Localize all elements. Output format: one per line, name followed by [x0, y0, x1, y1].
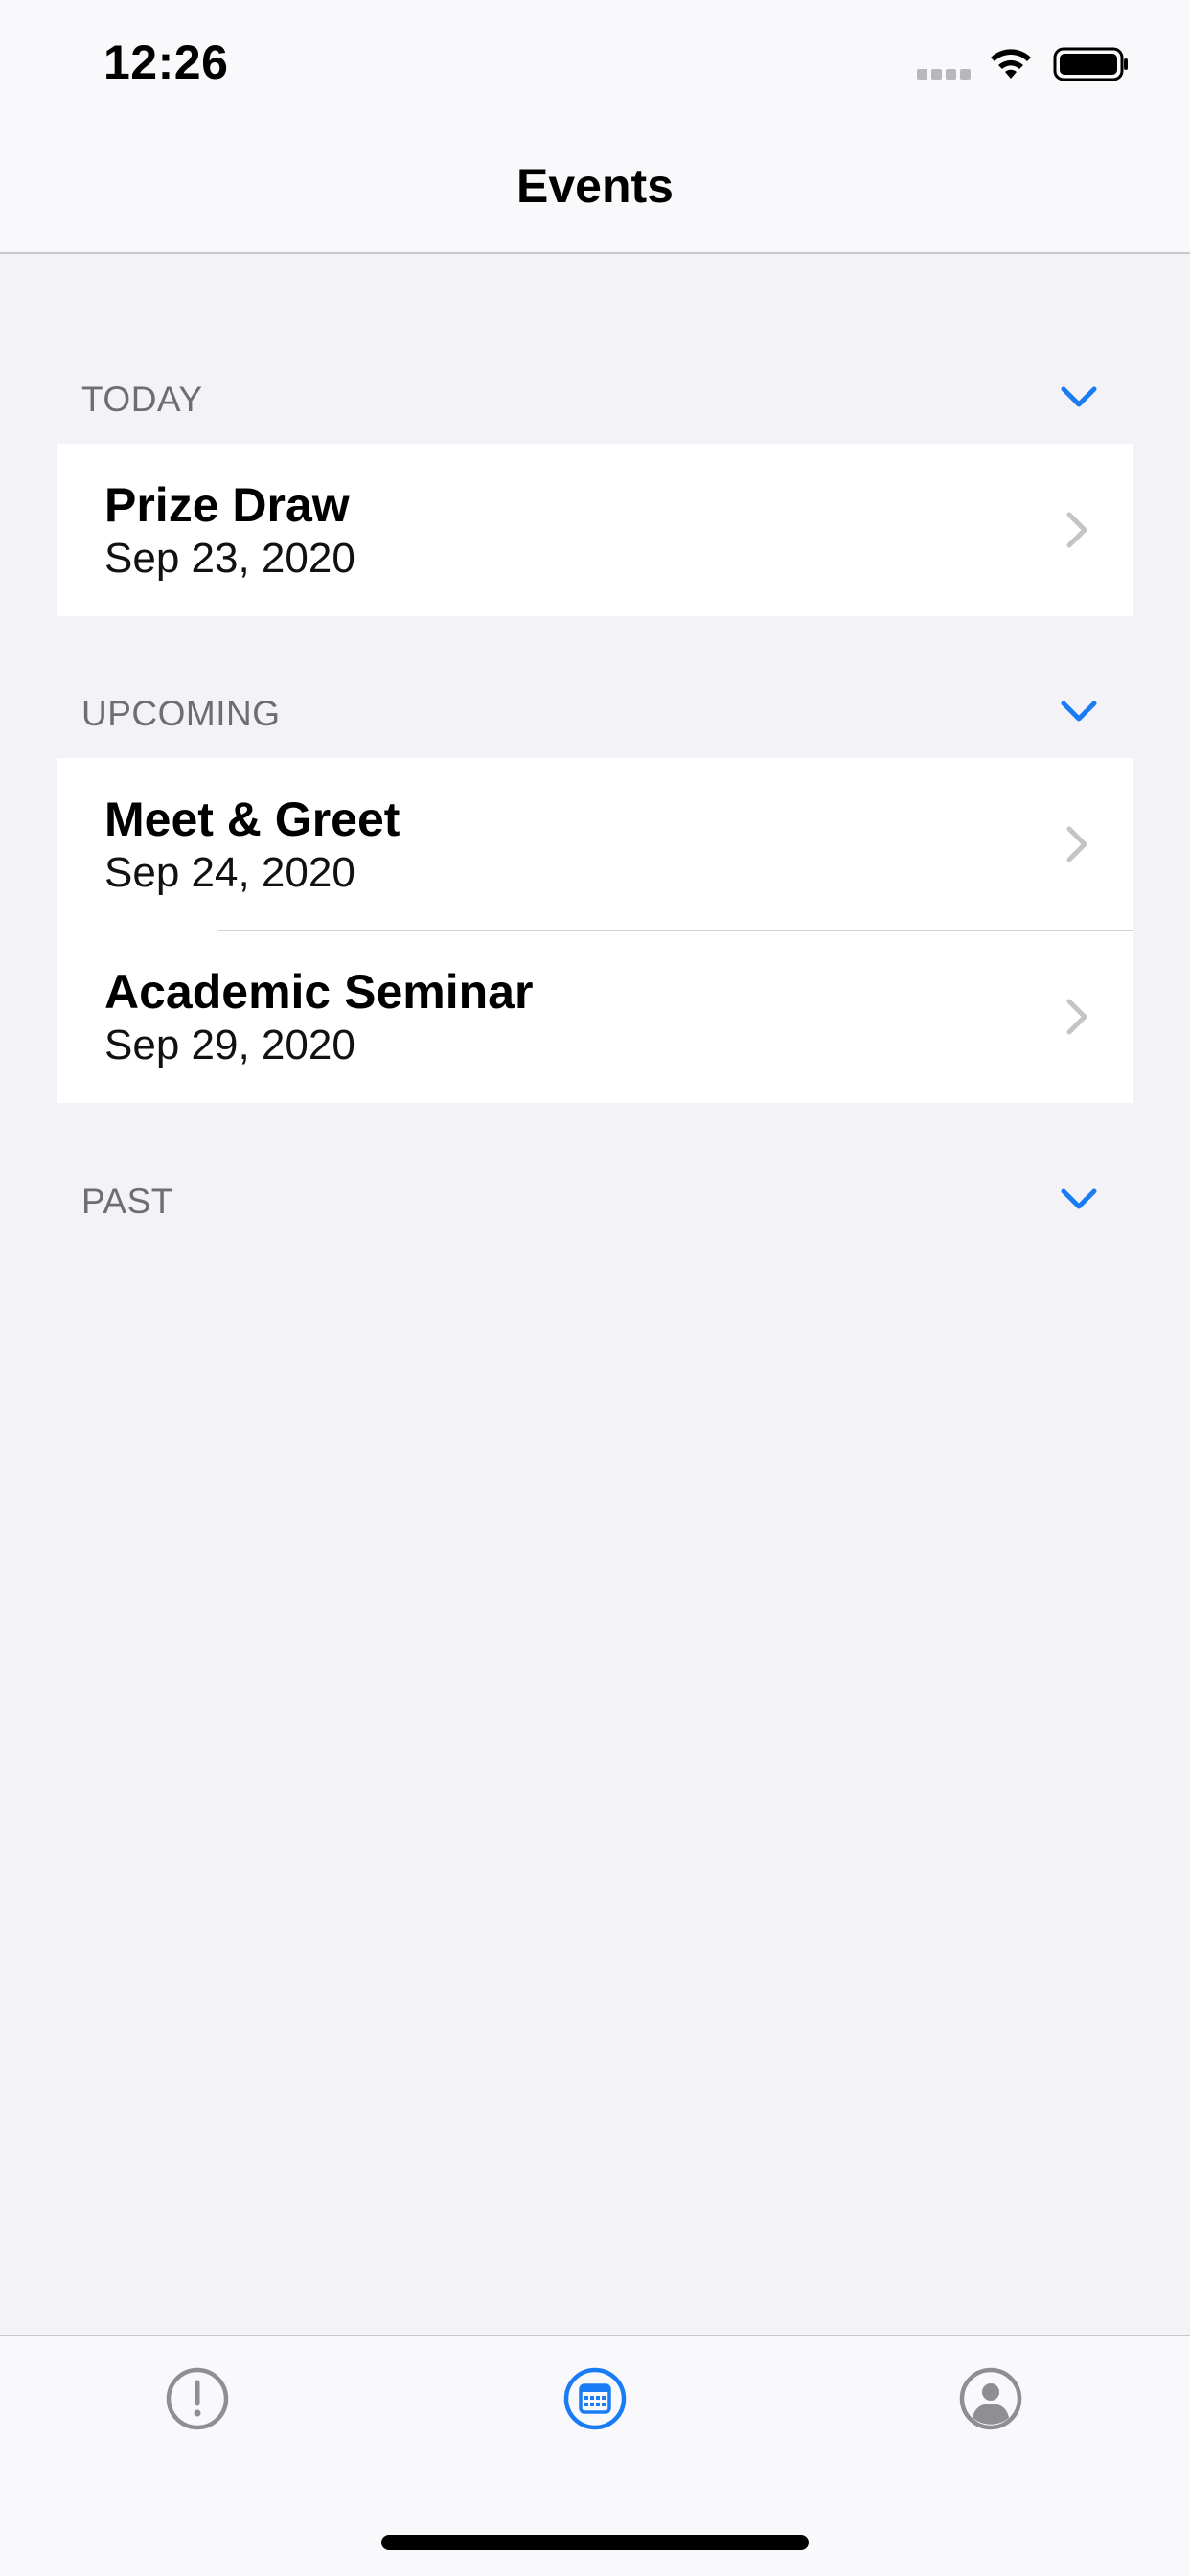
chevron-right-icon	[1066, 999, 1087, 1035]
section-header-past[interactable]: PAST	[0, 1174, 1190, 1231]
cellular-signal-icon	[917, 69, 971, 80]
chevron-down-icon[interactable]	[1060, 381, 1098, 410]
home-indicator[interactable]	[381, 2535, 809, 2550]
event-title: Meet & Greet	[104, 793, 400, 846]
event-title: Prize Draw	[104, 478, 350, 532]
section-header-upcoming[interactable]: UPCOMING	[0, 686, 1190, 744]
person-circle-icon[interactable]	[957, 2365, 1024, 2432]
event-title: Academic Seminar	[104, 965, 534, 1019]
exclamation-circle-icon[interactable]	[164, 2365, 231, 2432]
event-row-prize-draw[interactable]: Prize Draw Sep 23, 2020	[57, 444, 1133, 616]
today-events-list: Prize Draw Sep 23, 2020	[57, 444, 1133, 616]
navigation-bar: 12:26 Events	[0, 0, 1190, 254]
section-title: UPCOMING	[81, 694, 281, 733]
page-title: Events	[516, 159, 674, 213]
event-row-meet-and-greet[interactable]: Meet & Greet Sep 24, 2020	[57, 758, 1133, 931]
status-time: 12:26	[103, 35, 229, 89]
chevron-right-icon	[1066, 826, 1087, 862]
event-row-academic-seminar[interactable]: Academic Seminar Sep 29, 2020	[57, 931, 1133, 1103]
event-date: Sep 29, 2020	[104, 1022, 355, 1069]
battery-icon	[1053, 47, 1128, 81]
wifi-icon	[991, 49, 1031, 79]
chevron-right-icon	[1066, 512, 1087, 548]
calendar-icon[interactable]	[561, 2365, 629, 2432]
section-title: PAST	[81, 1182, 173, 1221]
section-header-today[interactable]: TODAY	[0, 372, 1190, 429]
upcoming-events-list: Meet & Greet Sep 24, 2020 Academic Semin…	[57, 758, 1133, 1103]
event-date: Sep 24, 2020	[104, 849, 355, 896]
event-date: Sep 23, 2020	[104, 535, 355, 582]
chevron-down-icon[interactable]	[1060, 696, 1098, 724]
chevron-down-icon[interactable]	[1060, 1184, 1098, 1212]
section-title: TODAY	[81, 380, 203, 419]
